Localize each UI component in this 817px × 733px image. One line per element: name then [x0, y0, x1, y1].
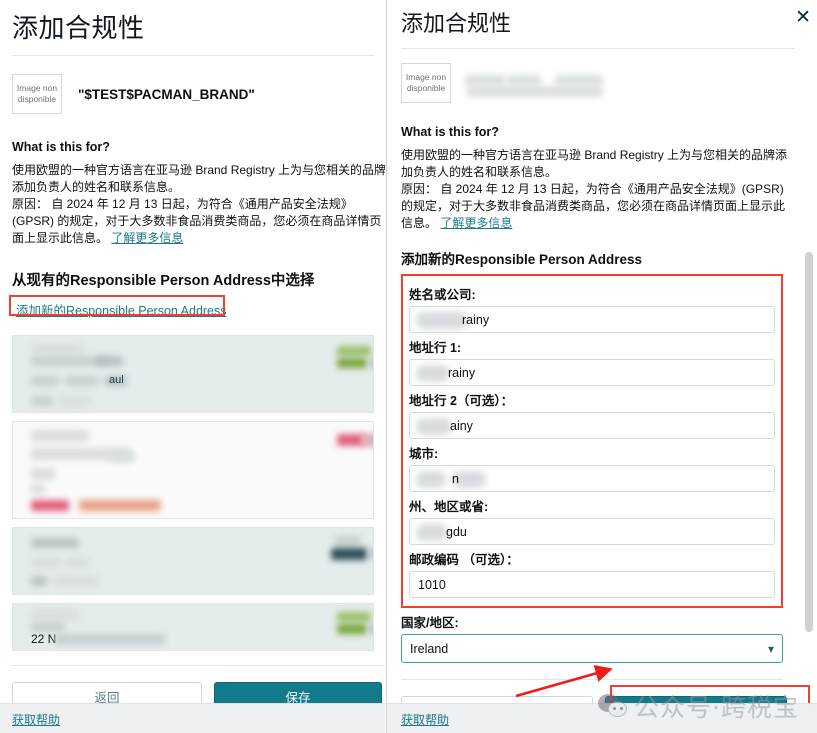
left-modal-panel: 添加合规性 Image non disponible "$TEST$PACMAN…	[0, 0, 385, 733]
field-label: 地址行 1:	[409, 341, 462, 355]
field-value: ainy	[450, 418, 473, 433]
field-city: 城市: n	[409, 443, 775, 492]
country-selected-value: Ireland	[410, 641, 449, 656]
field-label: 邮政编码 （可选）：	[409, 553, 519, 567]
right-description-line1: 使用欧盟的一种官方语言在亚马逊 Brand Registry 上为与您相关的品牌…	[401, 148, 788, 179]
screenshot-root: 添加合规性 Image non disponible "$TEST$PACMAN…	[0, 0, 817, 733]
postal-code-input[interactable]: 1010	[409, 571, 775, 598]
list-item[interactable]: 22 N	[12, 603, 374, 651]
field-address-line-2: 地址行 2（可选）： ainy	[409, 390, 775, 439]
left-title-divider	[12, 55, 374, 56]
field-postal-code: 邮政编码 （可选）： 1010	[409, 549, 775, 598]
right-form-heading: 添加新的Responsible Person Address	[401, 252, 643, 267]
address-line-2-input[interactable]: ainy	[409, 412, 775, 439]
right-modal-panel: ✕ 添加合规性 Image non disponible What is thi…	[386, 0, 817, 733]
chevron-down-icon: ▾	[767, 641, 774, 656]
field-label: 地址行 2（可选）：	[409, 394, 514, 408]
form-scrollbar[interactable]	[805, 252, 813, 632]
name-or-company-input[interactable]: rainy	[409, 306, 775, 333]
left-description-line2: 原因： 自 2024 年 12 月 13 日起，为符合《通用产品安全法规》(GP…	[12, 197, 382, 245]
right-page-title: 添加合规性	[401, 11, 512, 36]
left-brand-row: Image non disponible "$TEST$PACMAN_BRAND…	[12, 74, 385, 114]
field-name-or-company: 姓名或公司: rainy	[409, 284, 775, 333]
country-select[interactable]: Ireland ▾	[401, 634, 783, 663]
left-description: 使用欧盟的一种官方语言在亚马逊 Brand Registry 上为与您相关的品牌…	[12, 162, 385, 247]
field-label: 州、地区或省:	[409, 500, 489, 514]
right-help-bar: 获取帮助	[387, 703, 817, 733]
right-brand-row: Image non disponible	[401, 63, 795, 103]
right-learn-more-link[interactable]: 了解更多信息	[440, 216, 512, 230]
left-get-help-link[interactable]: 获取帮助	[12, 711, 60, 728]
right-get-help-link[interactable]: 获取帮助	[401, 711, 449, 728]
right-description: 使用欧盟的一种官方语言在亚马逊 Brand Registry 上为与您相关的品牌…	[401, 147, 795, 232]
field-label: 姓名或公司:	[409, 288, 476, 302]
field-country-region: 国家/地区: Ireland ▾	[401, 612, 783, 663]
field-label: 城市:	[409, 447, 439, 461]
left-add-new-wrapper: 添加新的Responsible Person Address	[9, 295, 231, 321]
brand-name-label: "$TEST$PACMAN_BRAND"	[78, 86, 255, 102]
left-section-heading: 从现有的Responsible Person Address中选择	[12, 273, 315, 289]
left-description-line1: 使用欧盟的一种官方语言在亚马逊 Brand Registry 上为与您相关的品牌…	[12, 163, 385, 194]
list-item[interactable]	[12, 421, 374, 519]
list-item-text: 22 N	[31, 632, 57, 646]
field-value: rainy	[448, 365, 476, 380]
city-input[interactable]: n	[409, 465, 775, 492]
field-value: n	[452, 471, 459, 486]
field-state-region-province: 州、地区或省: gdu	[409, 496, 775, 545]
field-value: 1010	[418, 577, 446, 592]
list-item[interactable]	[12, 527, 374, 595]
country-label: 国家/地区:	[401, 616, 459, 630]
left-learn-more-link[interactable]: 了解更多信息	[111, 231, 183, 245]
right-title-divider	[401, 48, 795, 49]
field-address-line-1: 地址行 1: rainy	[409, 337, 775, 386]
close-icon[interactable]: ✕	[795, 8, 811, 27]
field-value: gdu	[446, 524, 467, 539]
brand-image-placeholder: Image non disponible	[12, 74, 62, 114]
address-line-1-input[interactable]: rainy	[409, 359, 775, 386]
left-help-bar: 获取帮助	[0, 703, 385, 733]
left-page-title: 添加合规性	[12, 13, 145, 43]
add-new-address-link[interactable]: 添加新的Responsible Person Address	[12, 298, 231, 321]
right-what-is-this-heading: What is this for?	[401, 125, 499, 139]
right-brand-image-placeholder: Image non disponible	[401, 63, 451, 103]
address-list: aul 22 N	[12, 335, 385, 651]
list-item[interactable]: aul	[12, 335, 374, 413]
field-value: rainy	[462, 312, 490, 327]
right-brand-name-redacted	[465, 74, 615, 97]
state-region-input[interactable]: gdu	[409, 518, 775, 545]
left-what-is-this-heading: What is this for?	[12, 140, 110, 154]
highlight-box-new-address-form: 姓名或公司: rainy 地址行 1: rainy 地址行 2（可选）： ain…	[401, 274, 783, 608]
